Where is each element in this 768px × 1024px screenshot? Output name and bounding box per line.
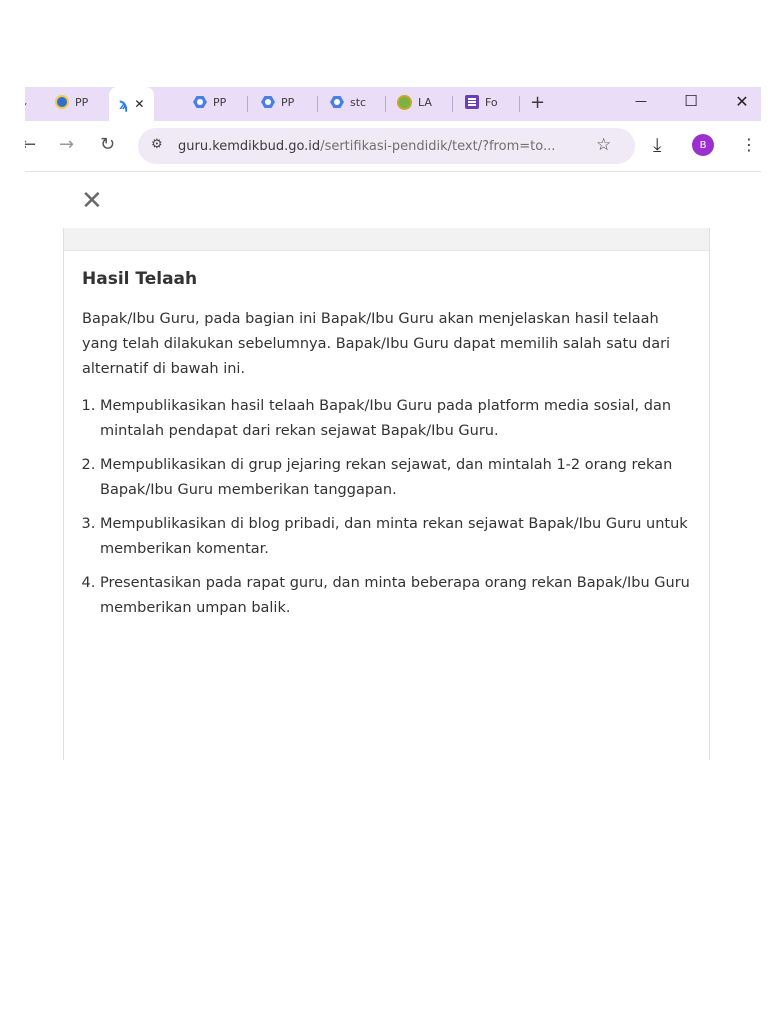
- close-icon: ✕: [735, 91, 749, 111]
- window-close-button[interactable]: ✕: [722, 87, 761, 115]
- list-item: Mempublikasikan di blog pribadi, dan min…: [100, 512, 691, 562]
- tab-forms[interactable]: Fo: [465, 87, 498, 117]
- browser-window: ⌄ PP ϡ ✕ PP PP stc LA: [25, 87, 761, 760]
- site-settings-icon[interactable]: ⚙: [151, 137, 163, 152]
- drive-icon: [330, 96, 344, 108]
- tab-scroll-icon: ⌄: [25, 95, 29, 109]
- tab-emblem[interactable]: LA: [397, 87, 432, 117]
- tab-label: PP: [75, 95, 89, 109]
- drive-icon: [261, 96, 275, 108]
- forward-arrow-icon[interactable]: →: [59, 135, 74, 155]
- tab-label: Fo: [485, 95, 498, 109]
- list-item: Presentasikan pada rapat guru, dan minta…: [100, 571, 691, 621]
- bookmark-star-icon[interactable]: ☆: [596, 135, 611, 155]
- panel-header-bar: [64, 228, 709, 251]
- tab-label: LA: [418, 95, 432, 109]
- minimize-button[interactable]: —: [621, 87, 661, 115]
- tab-close-icon[interactable]: ✕: [134, 97, 144, 111]
- tab-guru-active[interactable]: ϡ ✕: [109, 87, 155, 121]
- profile-initial: B: [699, 139, 707, 151]
- intro-text: Bapak/Ibu Guru, pada bagian ini Bapak/Ib…: [82, 311, 671, 377]
- page-title: Hasil Telaah: [82, 269, 198, 289]
- new-tab-button[interactable]: +: [530, 87, 545, 117]
- list-item: Mempublikasikan hasil telaah Bapak/Ibu G…: [100, 394, 691, 444]
- tab-drive-1[interactable]: PP: [193, 87, 226, 117]
- tab-kemdikbud[interactable]: PP: [55, 87, 88, 117]
- close-icon: ✕: [81, 186, 103, 216]
- drive-icon: [193, 96, 207, 108]
- tab-partial-left[interactable]: ⌄: [25, 87, 29, 117]
- tab-label: PP: [281, 95, 295, 109]
- minimize-icon: —: [635, 94, 647, 108]
- tab-label: PP: [213, 95, 227, 109]
- reload-icon[interactable]: ↻: [100, 135, 115, 155]
- browser-toolbar: ← → ↻ ⚙ guru.kemdikbud.go.id/sertifikasi…: [25, 121, 761, 172]
- address-bar[interactable]: ⚙ guru.kemdikbud.go.id/sertifikasi-pendi…: [138, 128, 635, 164]
- profile-avatar[interactable]: B: [692, 134, 714, 156]
- maximize-button[interactable]: ☐: [671, 87, 711, 115]
- maximize-icon: ☐: [684, 92, 698, 110]
- tab-label: stc: [350, 95, 367, 109]
- tab-strip: ⌄ PP ϡ ✕ PP PP stc LA: [25, 87, 761, 121]
- download-icon[interactable]: ⤓: [653, 135, 661, 155]
- forms-icon: [465, 95, 479, 109]
- panel-body: Hasil Telaah Bapak/Ibu Guru, pada bagian…: [64, 251, 709, 621]
- kemdikbud-icon: [55, 95, 69, 109]
- url-path: /sertifikasi-pendidik/text/?from=to...: [320, 139, 556, 154]
- plus-icon: +: [530, 91, 546, 113]
- close-dialog-button[interactable]: ✕: [81, 188, 103, 214]
- tab-drive-3[interactable]: stc: [330, 87, 366, 117]
- content-panel: Hasil Telaah Bapak/Ibu Guru, pada bagian…: [63, 228, 710, 760]
- tab-drive-2[interactable]: PP: [261, 87, 294, 117]
- steps-list: Mempublikasikan hasil telaah Bapak/Ibu G…: [82, 394, 691, 621]
- back-arrow-icon[interactable]: ←: [25, 135, 36, 155]
- more-menu-icon[interactable]: ⋮: [741, 135, 757, 155]
- guru-app-icon: ϡ: [119, 95, 129, 113]
- emblem-icon: [397, 94, 412, 110]
- list-item: Mempublikasikan di grup jejaring rekan s…: [100, 453, 691, 503]
- url-text[interactable]: guru.kemdikbud.go.id/sertifikasi-pendidi…: [178, 139, 583, 154]
- url-host: guru.kemdikbud.go.id: [178, 139, 321, 154]
